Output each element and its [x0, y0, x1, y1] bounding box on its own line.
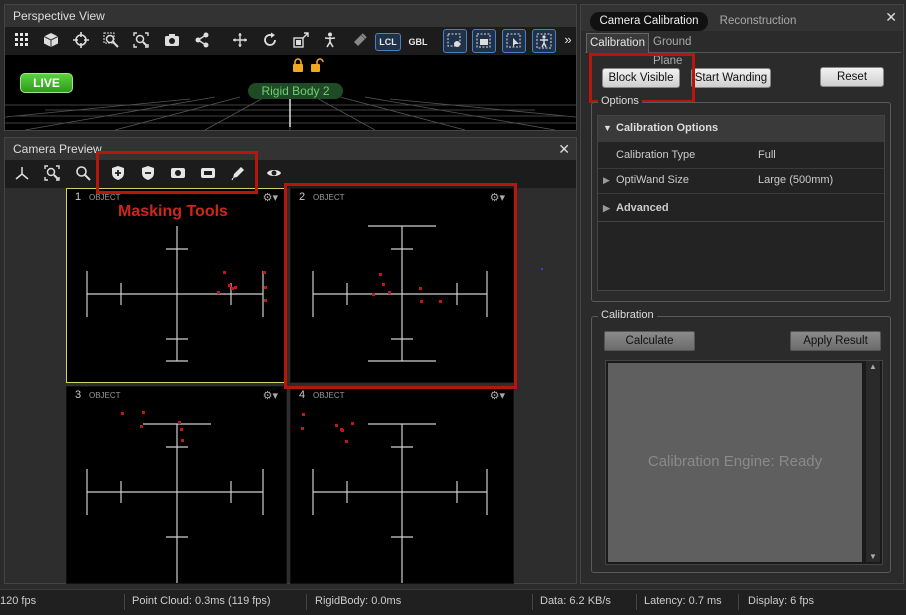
camera-icon[interactable] [161, 29, 183, 51]
skeleton-icon[interactable] [319, 29, 341, 51]
calibration-engine-display: Calibration Engine: Ready ▲ ▼ [605, 360, 883, 565]
zoom-icon[interactable] [72, 162, 94, 184]
calibration-panel-header: Camera Calibration Reconstruction ✕ [581, 5, 903, 31]
apply-result-button[interactable]: Apply Result [790, 331, 881, 351]
grid-icon[interactable] [11, 29, 33, 51]
scroll-up-icon[interactable]: ▲ [869, 362, 877, 371]
camera-view-3[interactable]: 3 OBJECT ⚙▾ [66, 386, 287, 584]
calculate-button[interactable]: Calculate [604, 331, 695, 351]
camera-view-2[interactable]: 2 OBJECT ⚙▾ [290, 188, 514, 383]
status-point-cloud: Point Cloud: 0.3ms (119 fps) [132, 595, 271, 607]
zoom-region-icon[interactable] [100, 29, 122, 51]
masking-tools-label: Masking Tools [118, 203, 228, 220]
status-display: Display: 6 fps [748, 595, 815, 607]
calibration-options-label: Calibration Options [616, 122, 719, 134]
subtab-ground-plane[interactable]: Ground Plane [653, 33, 723, 67]
property-row-optiwand-size[interactable]: ▶ OptiWand Size Large (500mm) [598, 168, 884, 194]
marker-dots [372, 273, 442, 303]
status-latency: Latency: 0.7 ms [644, 595, 722, 607]
close-icon[interactable]: ✕ [885, 5, 897, 29]
perspective-view-panel: Perspective View LCL GBL » LIVE Rigid Bo… [4, 4, 577, 131]
advanced-header[interactable]: ▶ Advanced [598, 196, 884, 222]
mask-shield-remove-icon[interactable] [137, 162, 159, 184]
mask-shield-add-icon[interactable] [107, 162, 129, 184]
options-group: Options ▼ Calibration Options Calibratio… [591, 95, 891, 302]
marker-dots [217, 271, 267, 302]
camera-preview-title: Camera Preview [5, 138, 576, 160]
select-region-icon[interactable] [443, 29, 467, 53]
property-label: Calibration Type [616, 149, 696, 161]
calibration-panel: Camera Calibration Reconstruction ✕ Cali… [580, 4, 904, 584]
mask-pencil-icon[interactable] [227, 162, 249, 184]
advanced-label: Advanced [616, 202, 669, 214]
live-indicator: LIVE [20, 73, 73, 93]
engine-status-area: Calibration Engine: Ready [608, 363, 862, 562]
camera-view-4[interactable]: 4 OBJECT ⚙▾ [290, 386, 514, 584]
perspective-viewport[interactable]: LIVE Rigid Body 2 [5, 55, 576, 130]
engine-status-text: Calibration Engine: Ready [647, 453, 823, 470]
property-value[interactable]: Large (500mm) [758, 168, 833, 193]
calibration-options-header[interactable]: ▼ Calibration Options [598, 116, 884, 142]
camera-crosshair [301, 413, 488, 583]
rigid-body-label[interactable]: Rigid Body 2 [248, 83, 343, 99]
lock-icon[interactable] [349, 29, 371, 51]
property-value[interactable]: Full [758, 143, 776, 168]
mask-rect-icon[interactable] [197, 162, 219, 184]
expand-right-icon: ▶ [603, 203, 610, 213]
camera-crosshair [312, 225, 488, 362]
network-icon[interactable] [191, 29, 213, 51]
marker-select-icon[interactable] [502, 29, 526, 53]
options-grid: ▼ Calibration Options Calibration Type F… [597, 115, 885, 291]
calibration-group: Calibration Calculate Apply Result Calib… [591, 309, 891, 573]
mask-circle-icon[interactable] [167, 162, 189, 184]
tab-camera-calibration[interactable]: Camera Calibration [590, 12, 708, 31]
scale-icon[interactable] [290, 29, 312, 51]
eye-icon[interactable] [263, 162, 285, 184]
expand-right-icon[interactable]: ▶ [603, 168, 610, 193]
preview-toolbar [5, 162, 576, 188]
property-label: OptiWand Size [616, 174, 689, 186]
skeleton-select-icon[interactable] [532, 29, 556, 53]
camera-crosshair [86, 411, 264, 583]
marker-dot [541, 268, 543, 270]
marker-dots [301, 413, 354, 443]
options-group-label: Options [598, 95, 642, 107]
property-row-calibration-type[interactable]: Calibration Type Full [598, 143, 884, 169]
marker-dots [121, 411, 184, 442]
translate-icon[interactable] [229, 29, 251, 51]
zoom-fit-icon[interactable] [41, 162, 63, 184]
scrollbar[interactable]: ▲ ▼ [866, 361, 880, 562]
calibration-group-label: Calibration [598, 309, 657, 321]
subtab-calibration[interactable]: Calibration [586, 33, 649, 53]
gbl-toggle[interactable]: GBL [405, 33, 431, 51]
status-data: Data: 6.2 KB/s [540, 595, 611, 607]
crosshair-icon[interactable] [70, 29, 92, 51]
status-bar: 120 fps Point Cloud: 0.3ms (119 fps) Rig… [0, 589, 906, 615]
zoom-fit-icon[interactable] [130, 29, 152, 51]
status-rigid-body: RigidBody: 0.0ms [315, 595, 402, 607]
scroll-down-icon[interactable]: ▼ [869, 552, 877, 561]
status-fps: 120 fps [0, 595, 37, 607]
block-visible-button[interactable]: Block Visible [602, 68, 680, 88]
cube-icon[interactable] [40, 29, 62, 51]
perspective-view-title: Perspective View [5, 5, 576, 27]
tab-reconstruction[interactable]: Reconstruction [713, 12, 803, 31]
rotate-icon[interactable] [259, 29, 281, 51]
lock-marker-icon [292, 58, 304, 72]
expand-down-icon: ▼ [603, 123, 612, 133]
more-tools-button[interactable]: » [561, 29, 575, 51]
start-wanding-button[interactable]: Start Wanding [691, 68, 771, 88]
camera-select-icon[interactable] [472, 29, 496, 53]
close-icon[interactable]: ✕ [558, 138, 570, 160]
perspective-toolbar: LCL GBL » [5, 29, 576, 55]
reset-button[interactable]: Reset [820, 67, 884, 87]
unlock-marker-icon [310, 58, 324, 72]
axes-icon[interactable] [11, 162, 33, 184]
lcl-toggle[interactable]: LCL [375, 33, 401, 51]
